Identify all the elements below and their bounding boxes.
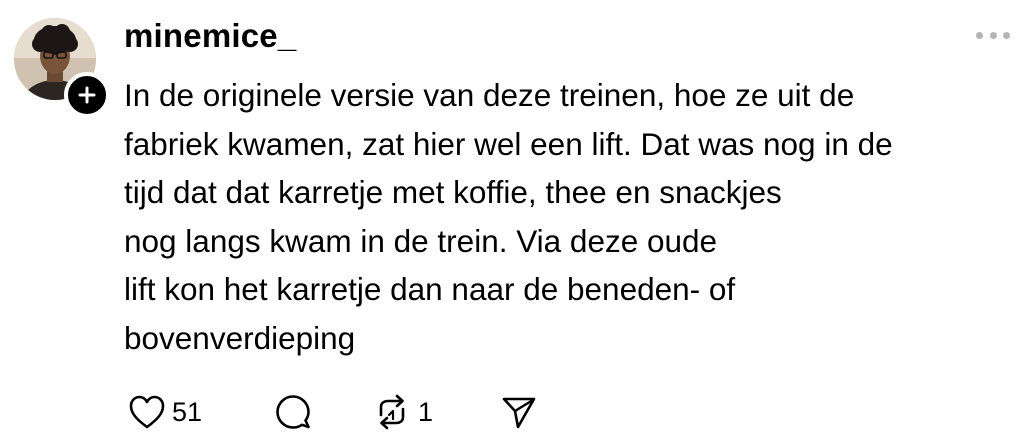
post-text-line: tijd dat dat karretje met koffie, thee e…	[124, 174, 782, 210]
plus-icon	[78, 86, 96, 104]
send-icon	[502, 397, 536, 429]
post-text-line: fabriek kwamen, zat hier wel een lift. D…	[124, 125, 893, 162]
comment-icon	[276, 395, 310, 429]
more-dots-icon	[976, 31, 983, 39]
post-text-line: bovenverdieping	[124, 319, 356, 356]
heart-icon	[129, 395, 165, 429]
repost-icon	[379, 394, 405, 430]
post-text-line: nog langs kwam in de trein. Via deze oud…	[124, 222, 718, 259]
action-bar: 51 1	[128, 392, 548, 432]
like-button[interactable]: 51	[128, 392, 202, 432]
more-dots-icon	[989, 31, 997, 39]
share-button[interactable]	[500, 392, 538, 432]
more-options-button[interactable]	[976, 24, 1010, 46]
post-text: In de originele versie van deze treinen,…	[124, 71, 1004, 362]
repost-button[interactable]: 1	[372, 392, 433, 432]
post-text-line: In de originele versie van deze treinen,…	[124, 77, 855, 113]
more-dots-icon	[1003, 31, 1010, 39]
thread-post: minemice_ In de originele versie van dez…	[0, 0, 1024, 448]
follow-button[interactable]	[64, 72, 110, 118]
avatar-container[interactable]	[14, 18, 110, 118]
repost-count: 1	[418, 396, 434, 427]
comment-button[interactable]	[274, 392, 312, 432]
username[interactable]: minemice_	[124, 14, 296, 58]
like-count: 51	[172, 396, 203, 427]
post-text-line: lift kon het karretje dan naar de benede…	[124, 271, 736, 307]
